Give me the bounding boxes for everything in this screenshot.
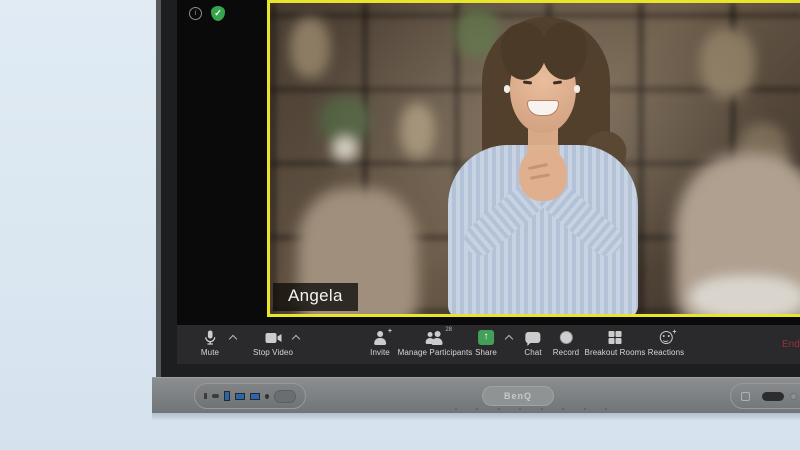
microphone-icon <box>203 330 217 345</box>
breakout-rooms-label: Breakout Rooms <box>585 348 646 357</box>
meeting-screen: i ✓ <box>177 0 800 364</box>
bezel-tick-marks <box>455 408 607 410</box>
nfc-tap-icon <box>741 392 750 401</box>
meeting-toolbar: Mute Stop Video + Invite 28 <box>177 325 800 364</box>
breakout-rooms-icon <box>608 330 622 345</box>
usb-port <box>235 393 245 400</box>
earbud <box>504 85 510 93</box>
meeting-info-icon[interactable]: i <box>189 7 202 20</box>
video-camera-icon <box>265 330 282 345</box>
desk-highlight <box>690 275 800 314</box>
record-button[interactable]: Record <box>553 330 579 357</box>
record-icon <box>559 330 572 345</box>
participant-video-feed <box>270 3 800 314</box>
invite-label: Invite <box>370 348 390 357</box>
earbud <box>574 85 580 93</box>
interactive-display-frame: i ✓ <box>156 0 800 377</box>
invite-button[interactable]: + Invite <box>370 330 390 357</box>
connector-grille <box>274 390 296 403</box>
display-shadow <box>152 413 800 421</box>
port-panel <box>194 383 306 409</box>
meeting-status-icons: i ✓ <box>189 6 225 21</box>
sensor-dot <box>790 393 797 400</box>
reactions-label: Reactions <box>648 348 684 357</box>
audio-jack <box>265 394 269 399</box>
brand-logo: BenQ <box>482 386 554 406</box>
record-label: Record <box>553 348 579 357</box>
mute-label: Mute <box>201 348 219 357</box>
stop-video-label: Stop Video <box>253 348 293 357</box>
mute-button[interactable]: Mute <box>201 330 219 357</box>
chat-bubble-icon <box>526 330 541 345</box>
participants-count-badge: 28 <box>445 327 452 333</box>
invite-person-add-icon: + <box>373 330 387 345</box>
reactions-button[interactable]: + Reactions <box>648 330 684 357</box>
mute-options-chevron[interactable] <box>230 334 237 341</box>
participants-icon: 28 <box>426 330 444 345</box>
chat-button[interactable]: Chat <box>524 330 541 357</box>
end-meeting-button[interactable]: End Meeting <box>782 339 800 350</box>
sensor-panel <box>730 383 800 409</box>
power-port <box>204 393 207 399</box>
usb-port <box>224 391 230 401</box>
active-speaker-video: Angela <box>267 0 800 317</box>
stop-video-button[interactable]: Stop Video <box>253 330 293 357</box>
ir-sensor <box>762 392 784 401</box>
manage-participants-button[interactable]: 28 Manage Participants <box>398 330 473 357</box>
usb-port <box>250 393 260 400</box>
stop-video-options-chevron[interactable] <box>293 334 300 341</box>
display-soundbar-bezel: BenQ <box>152 377 800 413</box>
breakout-rooms-button[interactable]: Breakout Rooms <box>585 330 646 357</box>
chat-label: Chat <box>524 348 541 357</box>
usb-c-port <box>212 394 219 398</box>
manage-participants-label: Manage Participants <box>398 348 473 357</box>
participant-name-tag: Angela <box>273 283 358 311</box>
encryption-shield-icon[interactable]: ✓ <box>211 6 225 21</box>
share-label: Share <box>475 348 497 357</box>
share-screen-icon: ↑ <box>478 330 494 345</box>
share-button[interactable]: ↑ Share <box>475 330 497 357</box>
share-options-chevron[interactable] <box>506 334 513 341</box>
reactions-icon: + <box>659 330 672 345</box>
